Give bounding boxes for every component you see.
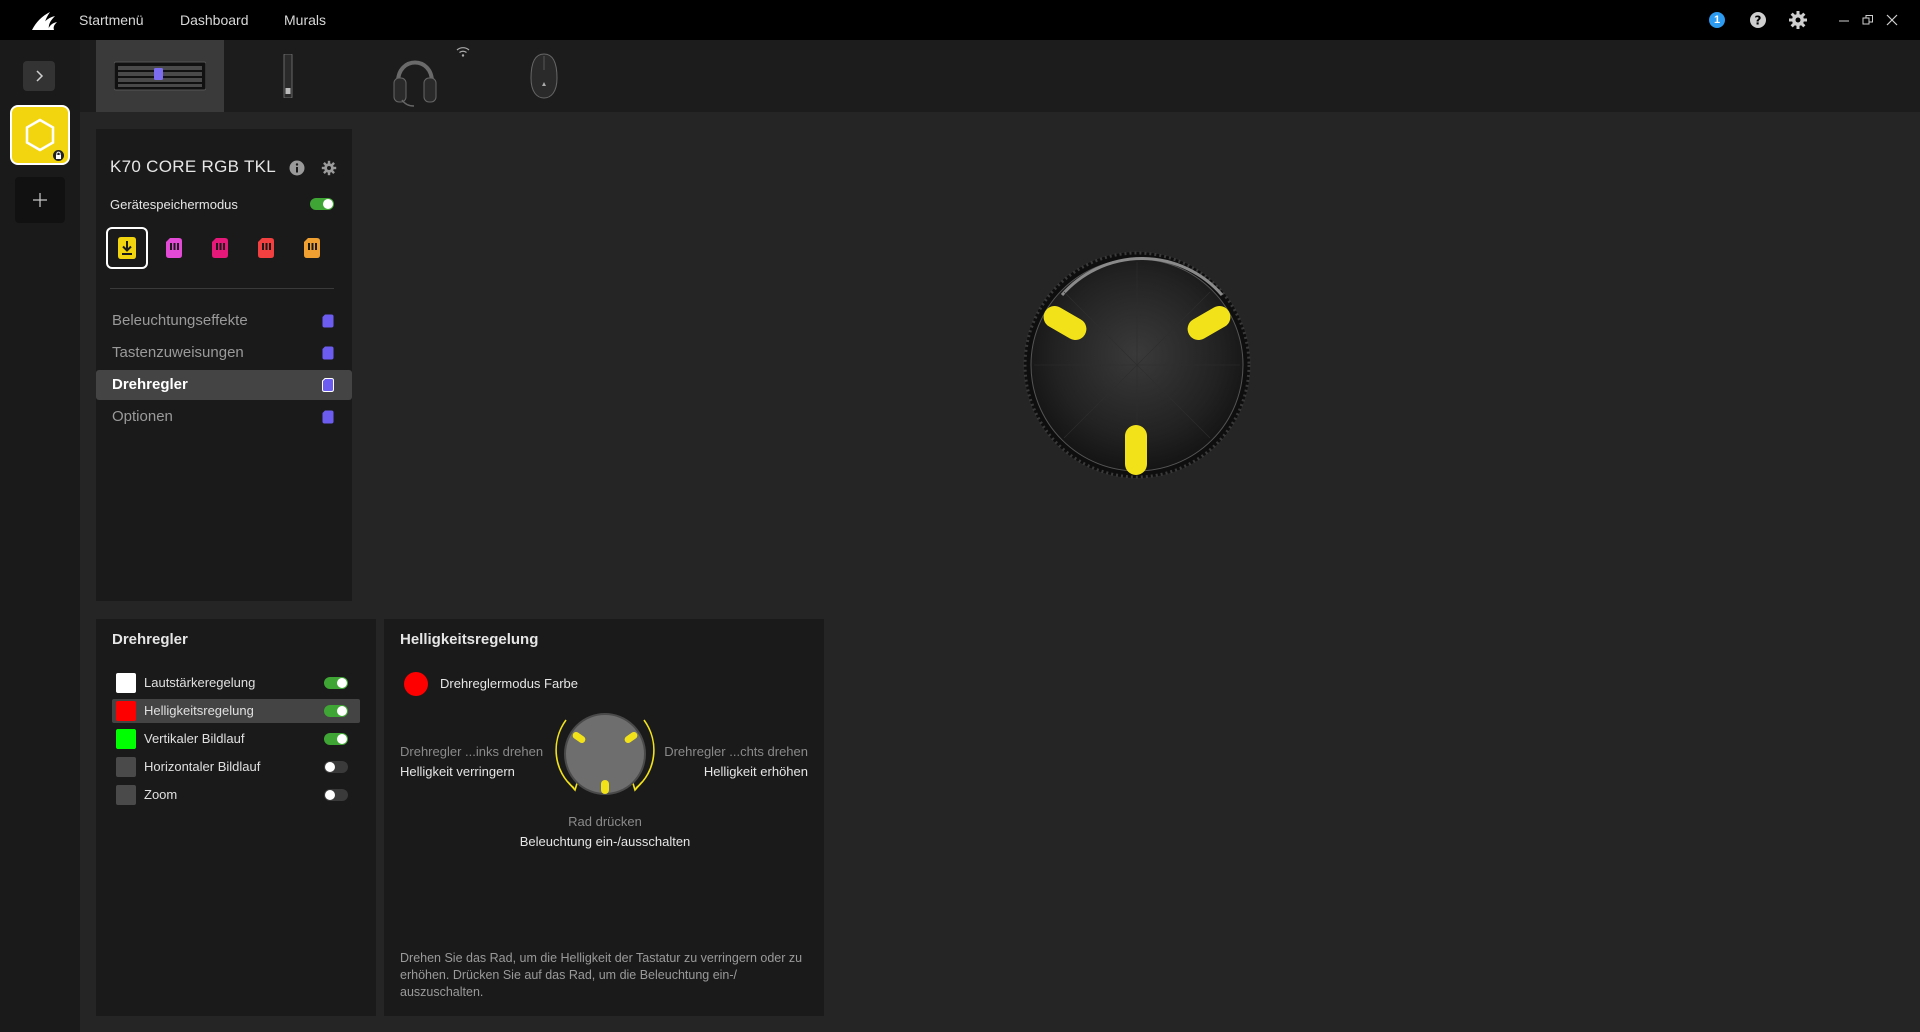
brightness-title: Helligkeitsregelung	[400, 631, 539, 648]
menu-item-label: Optionen	[112, 408, 173, 425]
restore-icon[interactable]	[1862, 14, 1874, 26]
headset-icon	[393, 60, 437, 107]
sd-card-icon	[322, 314, 334, 328]
device-headset[interactable]	[388, 40, 470, 112]
mode-color-label: Drehreglermodus Farbe	[440, 676, 579, 691]
hexagon-icon	[25, 118, 55, 152]
close-icon[interactable]	[1886, 14, 1898, 26]
menu-item-label: Tastenzuweisungen	[112, 344, 244, 361]
right-turn-hint: Drehregler ...chts drehen	[664, 744, 808, 759]
device-keyboard[interactable]	[96, 40, 224, 112]
corsair-logo-icon[interactable]	[30, 8, 58, 32]
memory-slot-1[interactable]	[155, 229, 193, 267]
menu-item-drehregler[interactable]: Drehregler	[96, 370, 352, 400]
brightness-description: Drehen Sie das Rad, um die Helligkeit de…	[400, 951, 803, 999]
sd-card-icon	[322, 346, 334, 360]
dial-mode-toggle[interactable]	[324, 733, 348, 745]
device-dongle[interactable]	[270, 40, 306, 112]
mode-color-dot[interactable]	[404, 672, 428, 696]
wifi-icon	[456, 47, 470, 57]
dial-list-title: Drehregler	[112, 631, 188, 648]
dial-mode-label: Vertikaler Bildlauf	[144, 731, 245, 746]
dial-mode-label: Lautstärkeregelung	[144, 675, 256, 690]
device-mouse[interactable]	[524, 40, 564, 112]
dial-mode-toggle[interactable]	[324, 761, 348, 773]
device-name: K70 CORE RGB TKL	[110, 157, 277, 176]
memory-mode-label: Gerätespeichermodus	[110, 197, 238, 212]
dial-mode-label: Zoom	[144, 787, 178, 802]
memory-mode-toggle[interactable]	[310, 198, 334, 210]
memory-slot-3[interactable]	[247, 229, 285, 267]
sd-card-download-icon	[118, 237, 136, 259]
nav-startmenu[interactable]: Startmenü	[79, 0, 144, 40]
add-profile-button[interactable]	[15, 177, 65, 223]
press-hint: Rad drücken	[568, 814, 642, 829]
menu-item-tastenzuweisungen[interactable]: Tastenzuweisungen	[96, 338, 352, 368]
lock-badge-icon	[53, 150, 64, 161]
usb-dongle-icon	[283, 54, 293, 98]
info-icon[interactable]	[289, 160, 305, 176]
sd-card-icon	[322, 410, 334, 424]
menu-item-label: Beleuchtungseffekte	[112, 312, 248, 329]
dial-mode-row[interactable]: Lautstärkeregelung	[112, 671, 360, 695]
press-action: Beleuchtung ein-/ausschalten	[519, 834, 691, 849]
dial-mode-toggle[interactable]	[324, 789, 348, 801]
divider	[110, 288, 334, 289]
profile-tile[interactable]	[12, 107, 68, 163]
sd-card-icon	[258, 238, 274, 258]
menu-item-optionen[interactable]: Optionen	[96, 402, 352, 432]
sd-card-icon	[322, 378, 334, 392]
left-turn-hint: Drehregler ...inks drehen	[400, 744, 544, 759]
dial-mode-row[interactable]: Helligkeitsregelung	[112, 699, 360, 723]
dial-preview[interactable]	[1022, 250, 1252, 480]
sd-card-icon	[166, 238, 182, 258]
menu-item-beleuchtungseffekte[interactable]: Beleuchtungseffekte	[96, 306, 352, 336]
device-bar	[80, 40, 1920, 112]
color-swatch[interactable]	[116, 757, 136, 777]
dial-mode-label: Helligkeitsregelung	[144, 703, 254, 718]
color-swatch[interactable]	[116, 701, 136, 721]
keyboard-icon	[114, 61, 206, 91]
plus-icon	[33, 193, 47, 207]
dial-diagram	[555, 713, 655, 795]
memory-slot-4[interactable]	[293, 229, 331, 267]
memory-slot-download[interactable]	[108, 229, 146, 267]
minimize-icon[interactable]	[1838, 14, 1850, 26]
chevron-right-icon	[36, 70, 44, 82]
color-swatch[interactable]	[116, 673, 136, 693]
mouse-icon	[530, 53, 558, 99]
dial-mode-row[interactable]: Zoom	[112, 783, 360, 807]
nav-dashboard[interactable]: Dashboard	[180, 0, 249, 40]
help-icon[interactable]: ?	[1748, 10, 1768, 30]
dial-mode-toggle[interactable]	[324, 677, 348, 689]
svg-text:?: ?	[1755, 14, 1762, 28]
nav-murals[interactable]: Murals	[284, 0, 326, 40]
sd-card-icon	[304, 238, 320, 258]
dial-mode-row[interactable]: Vertikaler Bildlauf	[112, 727, 360, 751]
color-swatch[interactable]	[116, 729, 136, 749]
menu-item-label: Drehregler	[112, 376, 188, 393]
notification-badge[interactable]: 1	[1709, 12, 1725, 28]
dial-mode-label: Horizontaler Bildlauf	[144, 759, 261, 774]
device-settings-icon[interactable]	[321, 160, 337, 176]
dial-mode-toggle[interactable]	[324, 705, 348, 717]
right-turn-action: Helligkeit erhöhen	[703, 764, 808, 779]
left-turn-action: Helligkeit verringern	[400, 764, 515, 779]
sd-card-icon	[212, 238, 228, 258]
color-swatch[interactable]	[116, 785, 136, 805]
memory-slot-2[interactable]	[201, 229, 239, 267]
dial-mode-row[interactable]: Horizontaler Bildlauf	[112, 755, 360, 779]
expand-rail-button[interactable]	[23, 61, 55, 91]
gear-icon[interactable]	[1788, 10, 1808, 30]
